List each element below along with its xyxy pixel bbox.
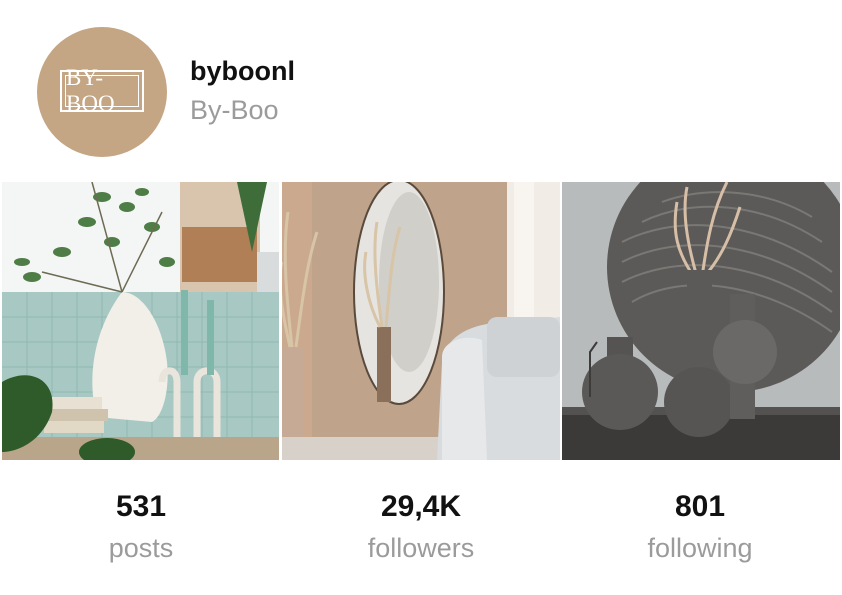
stat-following[interactable]: 801 following	[600, 488, 800, 567]
post-thumbnail-3[interactable]	[562, 182, 840, 460]
post-1-image	[2, 182, 279, 460]
brand-logo: BY-BOO	[60, 65, 144, 116]
post-thumbnail-1[interactable]	[2, 182, 279, 460]
profile-display-name: By-Boo	[190, 95, 279, 125]
stat-followers[interactable]: 29,4K followers	[321, 488, 521, 567]
following-label: following	[647, 533, 753, 563]
posts-label: posts	[108, 533, 174, 563]
profile-username: byboonl	[190, 56, 295, 86]
followers-label: followers	[367, 533, 475, 563]
post-thumbnail-2[interactable]	[282, 182, 560, 460]
profile-avatar[interactable]: BY-BOO	[37, 27, 167, 157]
followers-count: 29,4K	[380, 490, 462, 523]
following-count: 801	[674, 490, 726, 523]
posts-count: 531	[115, 490, 167, 523]
post-3-image	[562, 182, 840, 460]
stat-posts[interactable]: 531 posts	[41, 488, 241, 567]
post-2-image	[282, 182, 560, 460]
brand-logo-text: BY-BOO	[65, 65, 139, 116]
